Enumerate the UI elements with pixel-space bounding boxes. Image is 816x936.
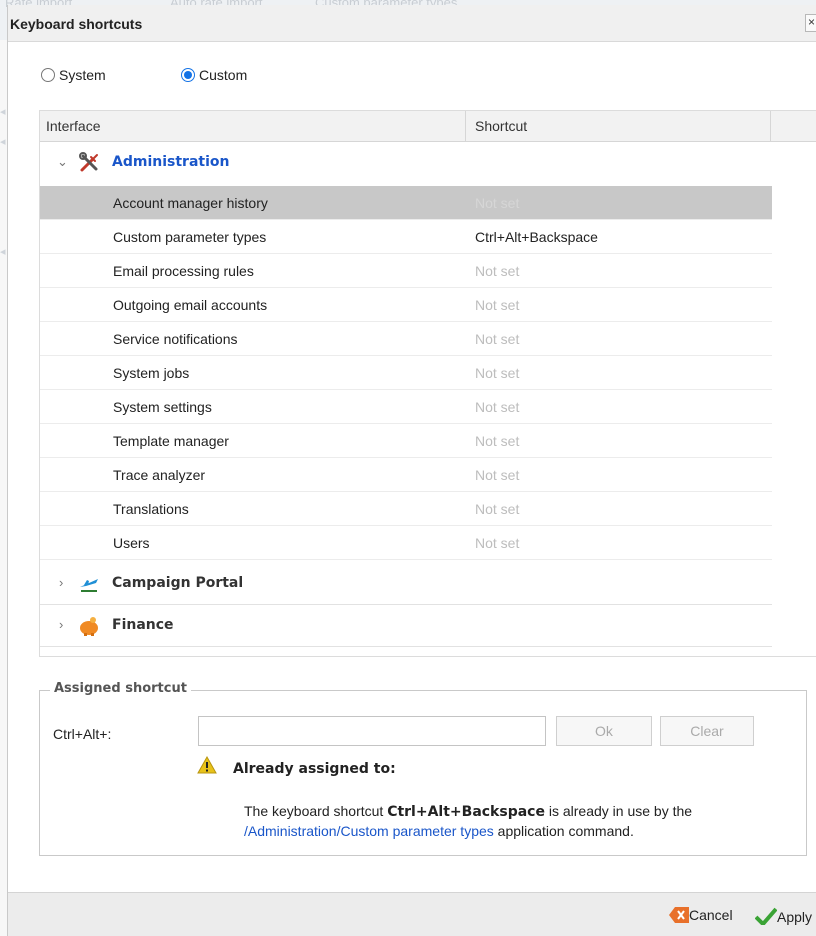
ok-button[interactable]: Ok	[556, 716, 652, 746]
close-button[interactable]: ×	[805, 14, 816, 32]
message-text: application command.	[493, 823, 634, 839]
item-name: Trace analyzer	[113, 467, 206, 483]
chevron-down-icon[interactable]: ⌄	[57, 154, 68, 170]
shortcut-grid: Interface Shortcut ⌄ Administration Acco…	[39, 110, 816, 657]
apply-button[interactable]: Apply	[754, 907, 813, 926]
group-label-campaign-portal: Campaign Portal	[112, 575, 244, 591]
item-name: Account manager history	[113, 195, 268, 211]
shortcut-key-input[interactable]	[198, 716, 546, 746]
group-label-finance: Finance	[112, 617, 174, 633]
chevron-right-icon[interactable]: ›	[59, 617, 63, 632]
column-separator	[465, 111, 466, 141]
radio-custom-indicator[interactable]	[181, 68, 195, 82]
list-item[interactable]: Template manager Not set	[40, 424, 772, 458]
shortcut-prefix-label: Ctrl+Alt+:	[53, 726, 112, 742]
command-link[interactable]: /Administration/Custom parameter types	[244, 823, 494, 839]
list-item[interactable]: Outgoing email accounts Not set	[40, 288, 772, 322]
radio-system-indicator[interactable]	[41, 68, 55, 82]
dialog-titlebar[interactable]: Keyboard shortcuts ×	[8, 5, 816, 42]
list-item[interactable]: Translations Not set	[40, 492, 772, 526]
cancel-label: Cancel	[689, 907, 733, 923]
cancel-icon	[669, 907, 689, 923]
item-shortcut: Ctrl+Alt+Backspace	[475, 229, 598, 245]
warning-icon	[197, 756, 217, 774]
group-row-administration[interactable]: ⌄ Administration	[40, 142, 816, 184]
message-text: The keyboard shortcut	[244, 803, 388, 819]
item-name: System settings	[113, 399, 212, 415]
list-item[interactable]: Account manager history Not set	[40, 186, 772, 220]
radio-custom[interactable]: Custom	[181, 67, 247, 83]
item-shortcut: Not set	[475, 263, 520, 279]
list-item[interactable]: Trace analyzer Not set	[40, 458, 772, 492]
item-name: System jobs	[113, 365, 190, 381]
group-label-administration: Administration	[112, 154, 230, 170]
keyboard-shortcuts-dialog: Keyboard shortcuts × System Custom Inter…	[7, 5, 816, 936]
already-assigned-title: Already assigned to:	[233, 761, 396, 777]
piggy-bank-icon	[80, 617, 98, 636]
item-name: Service notifications	[113, 331, 238, 347]
dialog-footer: Cancel Apply	[8, 892, 816, 936]
message-text: is already in use by the	[544, 803, 693, 819]
list-item[interactable]: Email processing rules Not set	[40, 254, 772, 288]
plane-icon	[80, 579, 98, 592]
background-edge: ◂	[0, 106, 6, 118]
item-name: Custom parameter types	[113, 229, 267, 245]
item-shortcut: Not set	[475, 297, 520, 313]
list-item[interactable]: Users Not set	[40, 526, 772, 560]
item-shortcut: Not set	[475, 331, 520, 347]
item-name: Users	[113, 535, 150, 551]
clear-button[interactable]: Clear	[660, 716, 754, 746]
item-shortcut: Not set	[475, 535, 520, 551]
item-name: Template manager	[113, 433, 229, 449]
item-name: Outgoing email accounts	[113, 297, 268, 313]
assigned-shortcut-legend: Assigned shortcut	[50, 681, 191, 696]
group-row-finance[interactable]: › Finance	[40, 605, 816, 647]
item-shortcut: Not set	[475, 195, 520, 211]
column-header-shortcut[interactable]: Shortcut	[475, 118, 527, 134]
background-edge: ◂	[0, 246, 6, 258]
tools-icon	[79, 152, 98, 172]
item-shortcut: Not set	[475, 501, 520, 517]
item-shortcut: Not set	[475, 467, 520, 483]
list-item[interactable]: System jobs Not set	[40, 356, 772, 390]
already-assigned-message: The keyboard shortcut Ctrl+Alt+Backspace…	[244, 802, 804, 841]
checkmark-icon	[754, 907, 778, 926]
list-item[interactable]: Custom parameter types Ctrl+Alt+Backspac…	[40, 220, 772, 254]
item-shortcut: Not set	[475, 365, 520, 381]
apply-label: Apply	[777, 909, 813, 925]
message-shortcut: Ctrl+Alt+Backspace	[387, 804, 545, 820]
radio-custom-label: Custom	[199, 67, 248, 83]
item-name: Translations	[113, 501, 189, 517]
item-shortcut: Not set	[475, 433, 520, 449]
column-header-interface[interactable]: Interface	[46, 118, 100, 134]
group-divider	[40, 646, 772, 647]
item-shortcut: Not set	[475, 399, 520, 415]
list-item[interactable]: System settings Not set	[40, 390, 772, 424]
chevron-right-icon[interactable]: ›	[59, 575, 63, 590]
grid-header: Interface Shortcut	[40, 111, 816, 142]
item-name: Email processing rules	[113, 263, 254, 279]
dialog-title: Keyboard shortcuts	[10, 16, 143, 32]
radio-system[interactable]: System	[41, 67, 106, 83]
cancel-button[interactable]: Cancel	[669, 907, 733, 923]
background-edge: ◂	[0, 136, 6, 148]
radio-system-label: System	[59, 67, 106, 83]
assigned-shortcut-panel: Assigned shortcut Ctrl+Alt+: Ok Clear Al…	[39, 681, 807, 856]
list-item[interactable]: Service notifications Not set	[40, 322, 772, 356]
group-row-campaign-portal[interactable]: › Campaign Portal	[40, 563, 816, 605]
column-separator	[770, 111, 771, 141]
